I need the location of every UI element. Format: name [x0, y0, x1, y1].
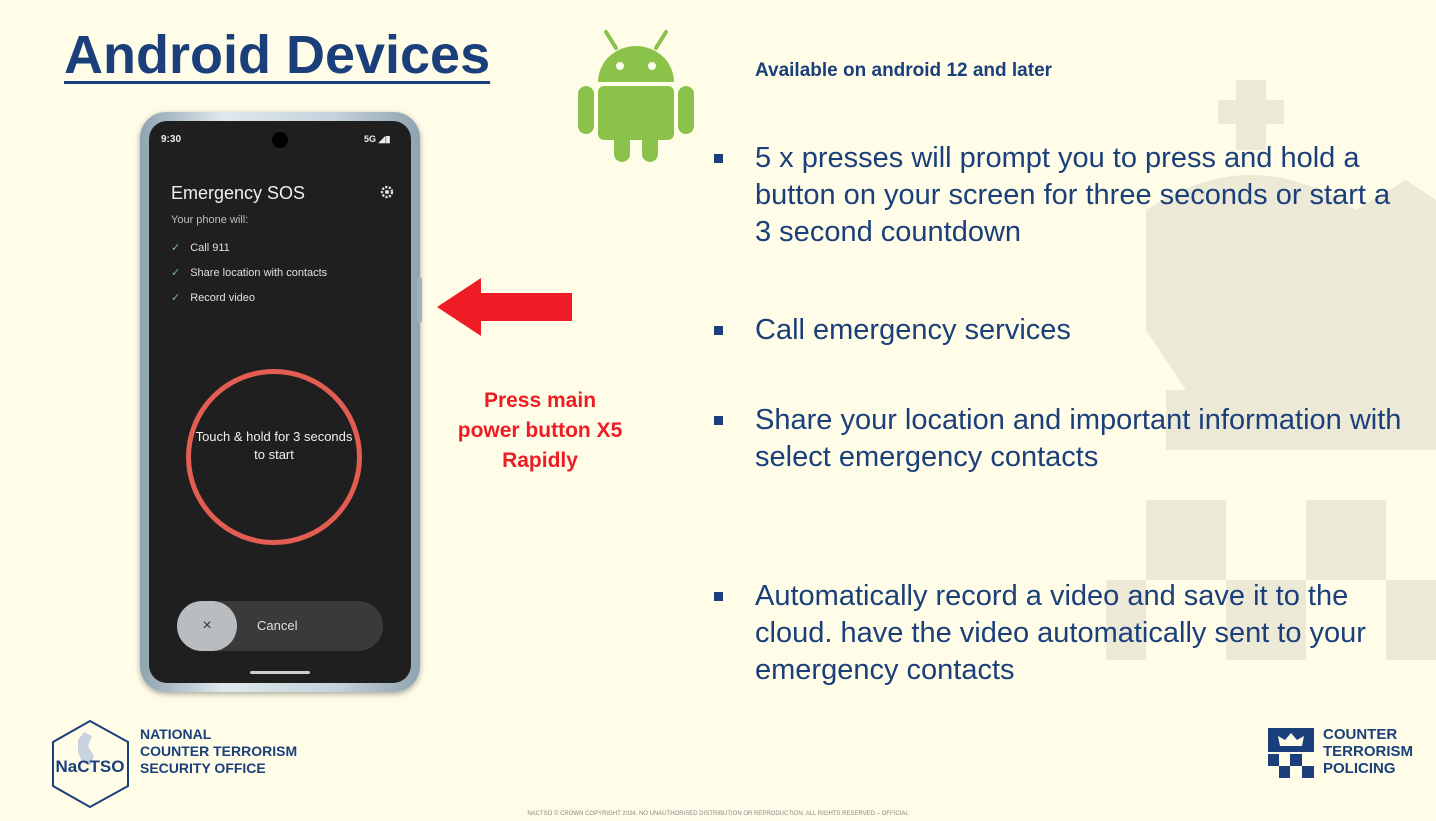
home-indicator	[250, 671, 310, 674]
list-item-text: 5 x presses will prompt you to press and…	[755, 142, 1391, 248]
nactso-name-line: COUNTER TERRORISM	[140, 743, 298, 759]
power-button-instruction: Press main power button X5 Rapidly	[457, 389, 623, 472]
bullet-marker	[714, 416, 723, 425]
nactso-logo: NaCTSO	[52, 719, 129, 809]
red-arrow-left-icon	[437, 278, 572, 336]
cancel-slider[interactable]: × Cancel	[177, 601, 383, 651]
nactso-abbr: NaCTSO	[56, 757, 125, 776]
sos-hold-button[interactable]: Touch & hold for 3 seconds to start	[186, 369, 362, 545]
copyright-notice: NACTSO © CROWN COPYRIGHT 2024. NO UNAUTH…	[527, 811, 909, 817]
sos-action-label: Call 911	[190, 242, 230, 254]
front-camera	[272, 132, 288, 148]
bullet-marker	[714, 326, 723, 335]
check-icon: ✓	[171, 242, 181, 254]
status-time: 9:30	[161, 134, 182, 145]
page-title: Android Devices	[64, 25, 491, 85]
list-item-text: Automatically record a video and save it…	[755, 580, 1366, 686]
sos-subtitle: Your phone will:	[171, 214, 249, 226]
bullet-marker	[714, 592, 723, 601]
list-item-text: Call emergency services	[755, 314, 1071, 346]
close-icon[interactable]: ×	[177, 601, 237, 651]
network-type: 5G	[364, 134, 377, 144]
availability-note: Available on android 12 and later	[755, 60, 1053, 81]
sos-action-item: ✓ Record video	[171, 291, 255, 304]
list-item-text: Share your location and important inform…	[755, 404, 1402, 473]
nactso-name-line: SECURITY OFFICE	[140, 760, 266, 776]
nactso-name-line: NATIONAL	[140, 726, 212, 742]
slide: Android Devices Available on android 12 …	[0, 0, 1436, 821]
power-button	[417, 277, 422, 323]
ctp-name: COUNTER TERRORISM POLICING	[1323, 726, 1413, 777]
ctp-crown-logo	[1268, 728, 1314, 778]
sos-action-label: Share location with contacts	[190, 267, 328, 279]
phone-mockup: 9:30 5G ◢▮ Emergency SOS Your phone will…	[140, 112, 422, 692]
gear-icon[interactable]	[380, 185, 394, 199]
ctp-name-line: TERRORISM	[1323, 743, 1413, 760]
sos-action-item: ✓ Share location with contacts	[171, 266, 327, 279]
signal-icon: ◢▮	[378, 134, 391, 144]
sos-hold-text: Touch & hold for 3 seconds to start	[195, 429, 353, 462]
check-icon: ✓	[171, 267, 181, 279]
cancel-label: Cancel	[257, 618, 298, 633]
nactso-name: NATIONAL COUNTER TERRORISM SECURITY OFFI…	[140, 726, 297, 777]
bullet-marker	[714, 154, 723, 163]
sos-action-item: ✓ Call 911	[171, 241, 230, 254]
android-icon	[578, 30, 694, 162]
ctp-name-line: COUNTER	[1323, 726, 1398, 743]
phone-screen: 9:30 5G ◢▮ Emergency SOS Your phone will…	[149, 121, 411, 683]
ctp-name-line: POLICING	[1323, 760, 1396, 777]
sos-action-label: Record video	[190, 292, 256, 304]
sos-title: Emergency SOS	[171, 183, 306, 203]
check-icon: ✓	[171, 292, 181, 304]
status-signal: 5G ◢▮	[364, 134, 390, 145]
